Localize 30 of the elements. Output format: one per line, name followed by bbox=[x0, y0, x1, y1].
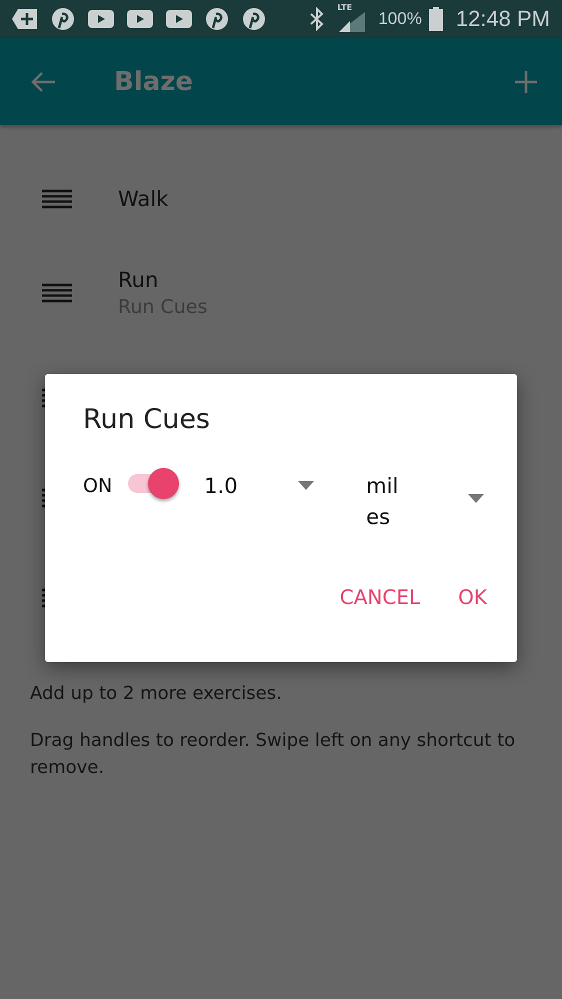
ok-button[interactable]: OK bbox=[444, 577, 501, 617]
caret-icon bbox=[298, 481, 314, 490]
screen-title: Blaze bbox=[114, 66, 194, 96]
play-icon bbox=[166, 10, 192, 28]
help-text: Add up to 2 more exercises. bbox=[30, 682, 283, 706]
drag-handle-icon[interactable] bbox=[42, 283, 72, 303]
cancel-button[interactable]: CANCEL bbox=[326, 577, 434, 617]
back-arrow-icon[interactable] bbox=[30, 70, 56, 92]
unit-dropdown[interactable]: miles bbox=[366, 467, 484, 533]
pinterest-icon bbox=[51, 7, 75, 31]
play-icon bbox=[88, 10, 114, 28]
exercise-name: Walk bbox=[118, 187, 168, 211]
clock: 12:48 PM bbox=[456, 6, 550, 32]
dialog-title: Run Cues bbox=[83, 404, 211, 435]
toggle-label: ON bbox=[83, 475, 112, 497]
distance-dropdown[interactable]: 1.0 bbox=[204, 467, 314, 502]
add-notification-icon bbox=[12, 8, 38, 30]
help-text: Drag handles to reorder. Swipe left on any shortcut to remove. bbox=[30, 729, 516, 780]
network-label: LTE bbox=[337, 3, 352, 12]
exercise-name: Run bbox=[118, 268, 160, 292]
drag-handle-icon[interactable] bbox=[42, 189, 72, 209]
play-icon bbox=[127, 10, 153, 28]
signal-icon bbox=[339, 12, 366, 32]
battery-icon bbox=[428, 7, 443, 31]
pinterest-icon bbox=[242, 7, 266, 31]
toggle-switch[interactable] bbox=[128, 467, 180, 499]
add-icon[interactable] bbox=[514, 70, 538, 94]
caret-icon bbox=[468, 494, 484, 503]
battery-percent: 100% bbox=[378, 9, 422, 29]
pinterest-icon bbox=[205, 7, 229, 31]
